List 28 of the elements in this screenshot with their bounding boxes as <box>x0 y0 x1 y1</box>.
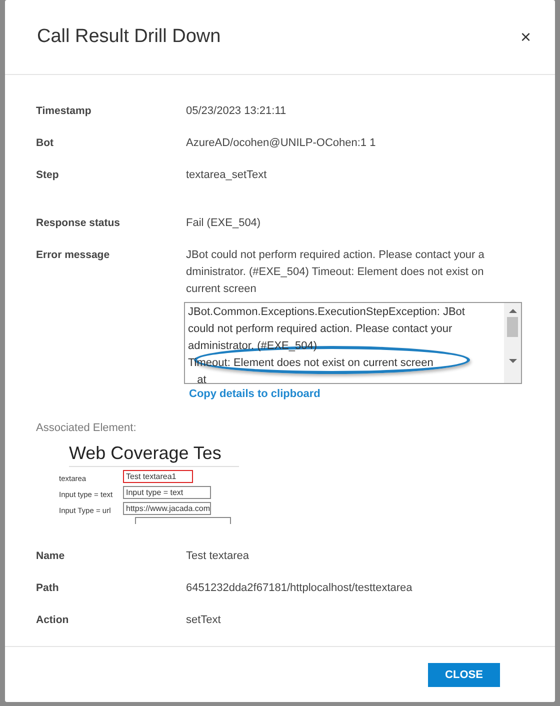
copy-link[interactable]: Copy details to clipboard <box>189 388 320 400</box>
error-message: JBot could not perform required action. Please contact your a dministrator. (#EXE_504) Timeout: Element does not exist on current screen <box>186 248 486 297</box>
dialog-title: Call Result Drill Down <box>37 26 221 48</box>
field-value: Fail (EXE_504) <box>186 216 261 231</box>
field-value: Test textarea <box>186 549 249 564</box>
snapshot-field: Test textarea1 <box>123 470 193 483</box>
field-label: Response status <box>36 216 122 231</box>
field-value: setText <box>186 613 221 628</box>
field-value: 05/23/2023 13:21:11 <box>186 104 286 119</box>
field-value: 6451232dda2f67181/httplocalhost/testtextarea <box>186 581 412 596</box>
field-label: Path <box>36 581 60 596</box>
scroll-down-icon[interactable] <box>508 357 518 365</box>
field-label: Error message <box>36 248 111 263</box>
field-label: Name <box>36 549 66 564</box>
field-value: AzureAD/ocohen@UNILP-OCohen:1 1 <box>186 136 376 151</box>
scroll-up-icon[interactable] <box>508 307 518 315</box>
field-value: textarea_setText <box>186 168 267 183</box>
field-label: Step <box>36 168 60 183</box>
snapshot-heading: Web Coverage Tes <box>69 442 239 467</box>
snapshot-field: Input type = text <box>123 486 211 499</box>
scrollbar-thumb[interactable] <box>507 317 518 337</box>
field-label: Timestamp <box>36 104 92 119</box>
snapshot-field: https://www.jacada.com <box>123 502 211 515</box>
field-label: Bot <box>36 136 54 151</box>
close-button[interactable]: CLOSE <box>428 662 500 686</box>
scrollbar[interactable] <box>504 303 521 383</box>
section-label: Associated Element: <box>36 422 138 434</box>
field-label: Action <box>36 613 70 628</box>
